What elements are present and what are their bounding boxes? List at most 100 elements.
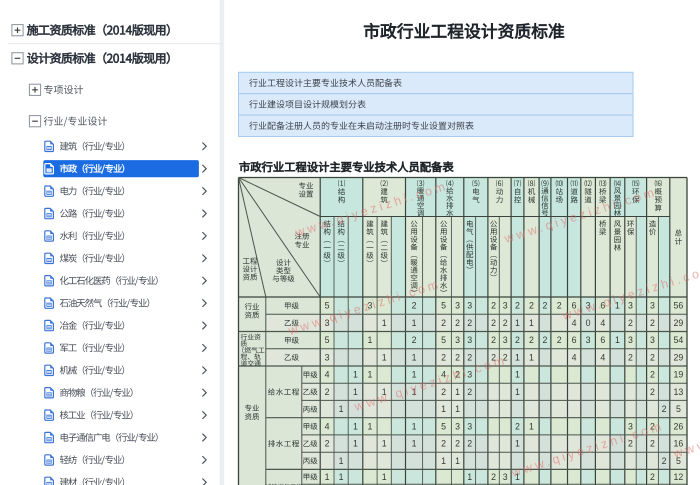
svg-text:1: 1 [412, 318, 417, 328]
svg-text:1: 1 [353, 370, 358, 380]
svg-text:1: 1 [353, 387, 358, 397]
svg-text:1: 1 [529, 353, 534, 363]
svg-text:1: 1 [368, 421, 373, 431]
svg-text:2: 2 [543, 301, 548, 311]
svg-text:5: 5 [325, 301, 330, 311]
svg-text:2: 2 [503, 318, 508, 328]
svg-text:2: 2 [325, 439, 330, 449]
svg-text:1: 1 [467, 472, 472, 482]
svg-text:2: 2 [467, 353, 472, 363]
svg-text:1: 1 [441, 404, 446, 414]
svg-text:2: 2 [467, 439, 472, 449]
svg-text:2: 2 [325, 387, 330, 397]
svg-text:1: 1 [382, 439, 387, 449]
svg-text:2: 2 [515, 335, 520, 345]
svg-text:1: 1 [353, 439, 358, 449]
svg-text:1: 1 [339, 472, 344, 482]
svg-text:5: 5 [441, 301, 446, 311]
svg-text:4: 4 [600, 353, 605, 363]
svg-text:2: 2 [412, 301, 417, 311]
svg-text:26: 26 [674, 421, 684, 431]
svg-text:3: 3 [467, 335, 472, 345]
svg-text:4: 4 [325, 370, 330, 380]
svg-text:2: 2 [515, 301, 520, 311]
svg-text:2: 2 [650, 472, 655, 482]
svg-text:1: 1 [412, 439, 417, 449]
svg-text:2: 2 [491, 472, 496, 482]
svg-text:3: 3 [650, 335, 655, 345]
svg-text:2: 2 [543, 335, 548, 345]
svg-text:2: 2 [455, 353, 460, 363]
svg-text:3: 3 [325, 353, 330, 363]
svg-text:2: 2 [650, 318, 655, 328]
svg-text:1: 1 [515, 353, 520, 363]
svg-text:5: 5 [441, 421, 446, 431]
svg-text:3: 3 [455, 301, 460, 311]
svg-text:2: 2 [515, 421, 520, 431]
svg-text:2: 2 [662, 404, 667, 414]
svg-text:6: 6 [600, 335, 605, 345]
svg-text:1: 1 [529, 318, 534, 328]
svg-text:1: 1 [529, 421, 534, 431]
svg-text:1: 1 [382, 472, 387, 482]
svg-text:2: 2 [441, 439, 446, 449]
svg-text:2: 2 [650, 353, 655, 363]
svg-text:2: 2 [467, 387, 472, 397]
svg-text:3: 3 [503, 301, 508, 311]
svg-text:3: 3 [650, 301, 655, 311]
svg-text:29: 29 [674, 318, 684, 328]
svg-text:2: 2 [467, 318, 472, 328]
svg-text:1: 1 [412, 421, 417, 431]
svg-text:1: 1 [339, 404, 344, 414]
svg-text:2: 2 [441, 353, 446, 363]
svg-text:2: 2 [662, 456, 667, 466]
svg-text:2: 2 [455, 439, 460, 449]
svg-text:2: 2 [650, 370, 655, 380]
svg-text:3: 3 [467, 421, 472, 431]
svg-text:56: 56 [674, 301, 684, 311]
svg-text:2: 2 [441, 387, 446, 397]
svg-text:1: 1 [325, 472, 330, 482]
svg-text:5: 5 [325, 335, 330, 345]
svg-text:2: 2 [491, 318, 496, 328]
svg-text:1: 1 [368, 335, 373, 345]
svg-text:5: 5 [676, 404, 681, 414]
svg-text:4: 4 [325, 421, 330, 431]
svg-text:2: 2 [441, 318, 446, 328]
svg-text:2: 2 [491, 335, 496, 345]
svg-text:4: 4 [572, 353, 577, 363]
svg-text:1: 1 [441, 456, 446, 466]
svg-text:2: 2 [628, 318, 633, 328]
svg-text:6: 6 [572, 335, 577, 345]
svg-text:1: 1 [339, 456, 344, 466]
svg-text:3: 3 [628, 335, 633, 345]
svg-text:1: 1 [412, 353, 417, 363]
svg-text:0: 0 [586, 318, 591, 328]
svg-text:2: 2 [650, 439, 655, 449]
svg-text:2: 2 [628, 353, 633, 363]
svg-text:5: 5 [441, 335, 446, 345]
svg-text:3: 3 [586, 335, 591, 345]
svg-text:1: 1 [455, 387, 460, 397]
svg-text:1: 1 [455, 456, 460, 466]
svg-text:3: 3 [467, 301, 472, 311]
svg-text:1: 1 [515, 439, 520, 449]
svg-text:2: 2 [491, 301, 496, 311]
svg-text:54: 54 [674, 335, 684, 345]
svg-text:1: 1 [382, 318, 387, 328]
svg-text:1: 1 [455, 404, 460, 414]
svg-text:2: 2 [529, 335, 534, 345]
svg-text:2: 2 [529, 301, 534, 311]
svg-text:19: 19 [674, 370, 684, 380]
svg-text:2: 2 [455, 318, 460, 328]
svg-text:1: 1 [515, 318, 520, 328]
svg-text:29: 29 [674, 353, 684, 363]
svg-text:3: 3 [503, 335, 508, 345]
svg-text:2: 2 [412, 335, 417, 345]
svg-text:1: 1 [353, 421, 358, 431]
svg-text:13: 13 [674, 387, 684, 397]
svg-text:12: 12 [674, 472, 684, 482]
svg-text:3: 3 [455, 421, 460, 431]
svg-text:1: 1 [515, 370, 520, 380]
svg-text:2: 2 [650, 387, 655, 397]
